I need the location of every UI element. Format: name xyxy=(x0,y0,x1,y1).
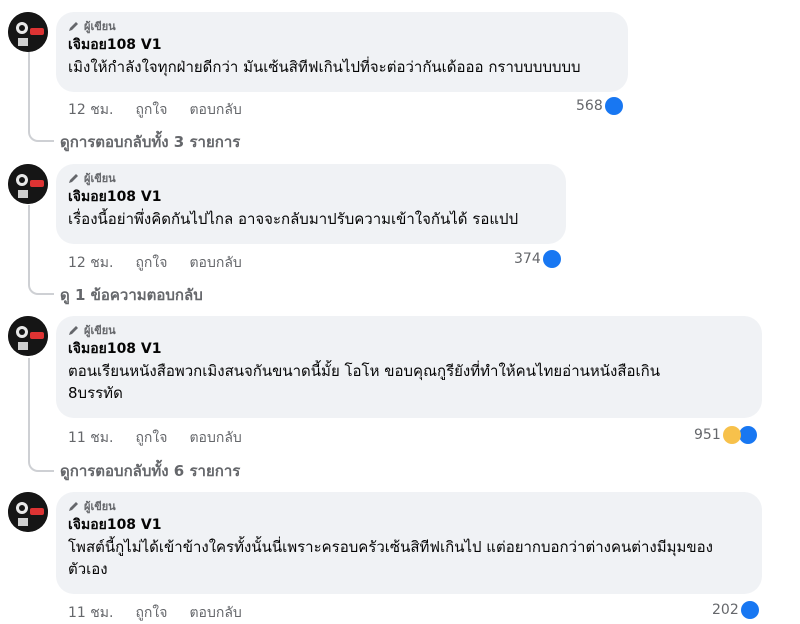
reply-action[interactable]: ตอบกลับ xyxy=(189,602,241,624)
avatar[interactable] xyxy=(8,316,48,356)
author-badge-label: ผู้เขียน xyxy=(84,20,116,33)
reply-thread-line xyxy=(28,52,54,142)
comment-text-line: โพสต์นี้กูไม่ได้เข้าข้างใครทั้งนั้นนี่เพ… xyxy=(68,538,713,556)
reaction-count: 568 xyxy=(576,98,603,114)
pencil-icon xyxy=(69,174,78,183)
author-badge: ผู้เขียน xyxy=(68,18,616,34)
like-icon xyxy=(738,426,757,444)
like-action[interactable]: ถูกใจ xyxy=(135,252,167,274)
author-name[interactable]: เจิมอย108 V1 xyxy=(68,340,750,358)
like-icon xyxy=(604,97,623,115)
comment-actions: 12 ชม. ถูกใจ ตอบกลับ xyxy=(68,252,242,274)
avatar[interactable] xyxy=(8,164,48,204)
reply-thread-line xyxy=(28,358,54,472)
reaction-summary[interactable]: 202 xyxy=(712,601,759,619)
pencil-icon xyxy=(69,502,78,511)
comment-text: เรื่องนี้อย่าพึ่งคิดกันไปไกล อาจจะกลับมา… xyxy=(68,210,519,228)
comment-text: โพสต์นี้กูไม่ได้เข้าข้างใครทั้งนั้นนี่เพ… xyxy=(68,536,750,580)
reply-action[interactable]: ตอบกลับ xyxy=(189,252,241,274)
reply-action[interactable]: ตอบกลับ xyxy=(189,427,241,449)
comment-time[interactable]: 12 ชม. xyxy=(68,252,113,274)
pencil-icon xyxy=(69,22,78,31)
reaction-count: 951 xyxy=(694,427,721,443)
comment-bubble: ผู้เขียน เจิมอย108 V1 เรื่องนี้อย่าพึ่งค… xyxy=(56,164,566,244)
comment-time[interactable]: 12 ชม. xyxy=(68,99,113,121)
comment-actions: 11 ชม. ถูกใจ ตอบกลับ xyxy=(68,602,242,624)
comment-actions: 11 ชม. ถูกใจ ตอบกลับ xyxy=(68,427,242,449)
reaction-count: 202 xyxy=(712,602,739,618)
view-replies-link[interactable]: ดู 1 ข้อความตอบกลับ xyxy=(60,283,203,307)
reaction-summary[interactable]: 374 xyxy=(514,250,561,268)
like-action[interactable]: ถูกใจ xyxy=(135,602,167,624)
comment-text: ตอนเรียนหนังสือพวกเมิงสนจกันขนาดนี้มั้ย … xyxy=(68,360,750,404)
author-badge: ผู้เขียน xyxy=(68,170,554,186)
avatar[interactable] xyxy=(8,492,48,532)
author-badge: ผู้เขียน xyxy=(68,498,750,514)
view-replies-link[interactable]: ดูการตอบกลับทั้ง 6 รายการ xyxy=(60,459,240,483)
comment-actions: 12 ชม. ถูกใจ ตอบกลับ xyxy=(68,99,242,121)
haha-icon xyxy=(722,426,741,444)
comment-text-line: 8บรรทัด xyxy=(68,384,123,402)
author-badge-label: ผู้เขียน xyxy=(84,500,116,513)
pencil-icon xyxy=(69,326,78,335)
comment-text: เมิงให้กำลังใจทุกฝ่ายดีกว่า มันเซ้นสิทีฟ… xyxy=(68,58,581,76)
reaction-summary[interactable]: 951 xyxy=(694,426,757,444)
avatar[interactable] xyxy=(8,12,48,52)
author-name[interactable]: เจิมอย108 V1 xyxy=(68,188,554,206)
author-badge-label: ผู้เขียน xyxy=(84,324,116,337)
reply-thread-line xyxy=(28,205,54,295)
like-action[interactable]: ถูกใจ xyxy=(135,99,167,121)
reply-action[interactable]: ตอบกลับ xyxy=(189,99,241,121)
author-name[interactable]: เจิมอย108 V1 xyxy=(68,36,616,54)
view-replies-link[interactable]: ดูการตอบกลับทั้ง 3 รายการ xyxy=(60,130,240,154)
author-badge-label: ผู้เขียน xyxy=(84,172,116,185)
comment-bubble: ผู้เขียน เจิมอย108 V1 เมิงให้กำลังใจทุกฝ… xyxy=(56,12,628,92)
author-name[interactable]: เจิมอย108 V1 xyxy=(68,516,750,534)
comment-time[interactable]: 11 ชม. xyxy=(68,427,113,449)
comment-text-line: ตอนเรียนหนังสือพวกเมิงสนจกันขนาดนี้มั้ย … xyxy=(68,362,660,380)
comment-text-line: ตัวเอง xyxy=(68,560,108,578)
author-badge: ผู้เขียน xyxy=(68,322,750,338)
comment-bubble: ผู้เขียน เจิมอย108 V1 โพสต์นี้กูไม่ได้เข… xyxy=(56,492,762,594)
like-action[interactable]: ถูกใจ xyxy=(135,427,167,449)
reaction-summary[interactable]: 568 xyxy=(576,97,623,115)
reaction-count: 374 xyxy=(514,251,541,267)
comment-bubble: ผู้เขียน เจิมอย108 V1 ตอนเรียนหนังสือพวก… xyxy=(56,316,762,418)
comment-time[interactable]: 11 ชม. xyxy=(68,602,113,624)
like-icon xyxy=(542,250,561,268)
like-icon xyxy=(740,601,759,619)
